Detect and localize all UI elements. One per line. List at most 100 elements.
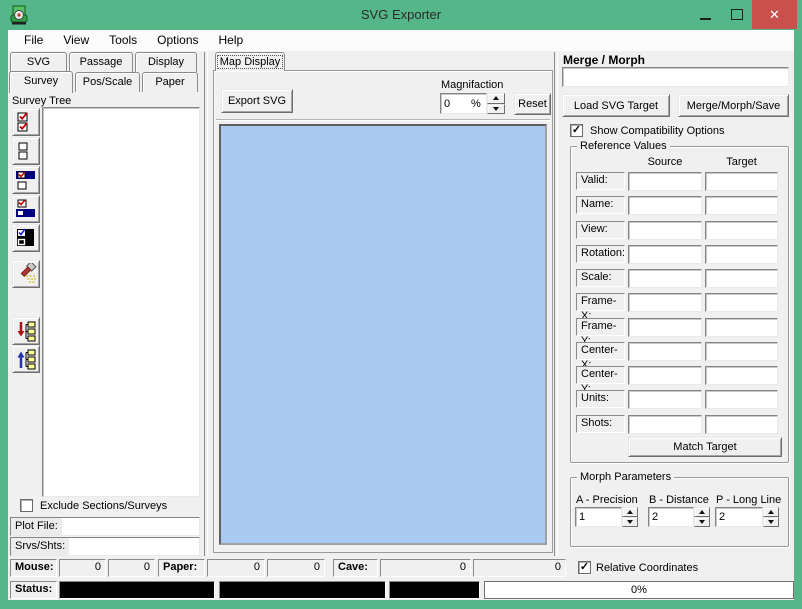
uncheck-branch-button[interactable] (12, 195, 40, 223)
maximize-button[interactable] (722, 0, 752, 29)
exclude-sections-label: Exclude Sections/Surveys (40, 500, 167, 512)
down-arrow-icon (627, 520, 633, 524)
match-target-button[interactable]: Match Target (628, 437, 782, 457)
app-icon[interactable] (8, 4, 30, 26)
tab-map-display[interactable]: Map Display (215, 52, 285, 71)
plot-file-label: Plot File: (11, 518, 62, 535)
shots-target-field[interactable] (706, 416, 777, 433)
menu-help[interactable]: Help (209, 30, 254, 51)
status-segment-2 (219, 581, 386, 599)
b-distance-spin-down[interactable] (694, 517, 710, 527)
uncheck-all-button[interactable] (12, 137, 40, 165)
expand-tree-button[interactable] (12, 317, 40, 345)
b-distance-input[interactable] (649, 508, 693, 526)
srvs-shts-label: Srvs/Shts: (11, 538, 69, 555)
tab-passage[interactable]: Passage (69, 52, 133, 72)
center-y-target-field[interactable] (706, 367, 777, 384)
title-bar: SVG Exporter ✕ (0, 0, 802, 30)
scale-target-field[interactable] (706, 270, 777, 287)
name-target-field[interactable] (706, 197, 777, 214)
center-x-target-field[interactable] (706, 343, 777, 360)
map-canvas[interactable] (219, 124, 547, 545)
rotation-target-field[interactable] (706, 246, 777, 263)
progress-bar: 0% (484, 581, 794, 599)
status-segment-3 (389, 581, 480, 599)
tab-survey[interactable]: Survey (9, 71, 73, 93)
magnification-spin-down[interactable] (487, 104, 505, 115)
show-compatibility-checkbox[interactable]: ✓ (570, 124, 583, 137)
mouse-x-value: 0 (59, 559, 106, 577)
load-svg-target-button[interactable]: Load SVG Target (562, 94, 670, 117)
minimize-button[interactable] (690, 0, 720, 29)
uncheck-branch-icon (15, 198, 37, 220)
mouse-label: Mouse: (10, 559, 57, 577)
paper-y-value: 0 (267, 559, 325, 577)
up-arrow-icon (768, 510, 774, 514)
scale-source-field[interactable] (629, 270, 701, 287)
close-button[interactable]: ✕ (752, 0, 797, 29)
name-source-field[interactable] (629, 197, 701, 214)
p-long-line-spin-up[interactable] (763, 507, 779, 517)
right-splitter[interactable] (554, 52, 558, 556)
b-distance-spin-up[interactable] (694, 507, 710, 517)
p-long-line-label: P - Long Line (716, 494, 781, 506)
center-y-source-field[interactable] (629, 367, 701, 384)
ref-row-label: Valid: (576, 172, 625, 190)
tab-paper[interactable]: Paper (142, 72, 198, 92)
menu-view[interactable]: View (53, 30, 99, 51)
p-long-line-input[interactable] (716, 508, 762, 526)
frame-x-target-field[interactable] (706, 294, 777, 311)
shots-source-field[interactable] (629, 416, 701, 433)
relative-coordinates-label: Relative Coordinates (596, 562, 698, 574)
center-x-source-field[interactable] (629, 343, 701, 360)
collapse-tree-button[interactable] (12, 345, 40, 373)
p-long-line-spin (763, 507, 779, 527)
exclude-sections-checkbox[interactable] (20, 499, 33, 512)
valid-target-field[interactable] (706, 173, 777, 190)
left-splitter[interactable] (204, 52, 208, 556)
view-source-field[interactable] (629, 222, 701, 239)
rotation-source-field[interactable] (629, 246, 701, 263)
menu-options[interactable]: Options (147, 30, 208, 51)
merge-morph-save-button[interactable]: Merge/Morph/Save (678, 94, 789, 117)
relative-coordinates-checkbox[interactable]: ✓ (578, 561, 591, 574)
ref-row-label: View: (576, 221, 625, 239)
units-source-field[interactable] (629, 391, 701, 408)
cave-y-value: 0 (473, 559, 566, 577)
reset-button[interactable]: Reset (514, 93, 551, 115)
check-all-button[interactable] (12, 108, 40, 136)
mouse-y-value: 0 (108, 559, 155, 577)
units-target-field[interactable] (706, 391, 777, 408)
export-svg-button[interactable]: Export SVG (221, 89, 293, 113)
source-column-header: Source (628, 156, 702, 168)
frame-x-source-field[interactable] (629, 294, 701, 311)
minimize-icon (700, 18, 711, 20)
highlight-button[interactable] (12, 260, 40, 288)
frame-y-target-field[interactable] (706, 319, 777, 336)
p-long-line-spin-down[interactable] (763, 517, 779, 527)
morph-parameters-groupbox: Morph Parameters A - Precision B - Dista… (570, 477, 789, 547)
a-precision-input[interactable] (576, 508, 621, 526)
check-branch-button[interactable] (12, 166, 40, 194)
tab-pos-scale[interactable]: Pos/Scale (75, 72, 140, 92)
menu-file[interactable]: File (14, 30, 53, 51)
maximize-icon (731, 9, 743, 20)
magnification-spin-buttons (487, 93, 505, 114)
invert-checks-button[interactable] (12, 224, 40, 252)
view-target-field[interactable] (706, 222, 777, 239)
a-precision-spin-down[interactable] (622, 517, 638, 527)
magnification-input[interactable] (441, 94, 471, 113)
valid-source-field[interactable] (629, 173, 701, 190)
menu-tools[interactable]: Tools (99, 30, 147, 51)
survey-tree[interactable] (42, 107, 200, 497)
up-arrow-icon (493, 96, 499, 100)
frame-y-source-field[interactable] (629, 319, 701, 336)
tab-svg[interactable]: SVG (10, 52, 67, 72)
tab-display[interactable]: Display (135, 52, 197, 72)
a-precision-spin-up[interactable] (622, 507, 638, 517)
up-arrow-icon (627, 510, 633, 514)
close-icon: ✕ (769, 7, 780, 23)
magnification-spin-up[interactable] (487, 93, 505, 104)
merge-target-field[interactable] (563, 68, 788, 86)
b-distance-spin (694, 507, 710, 527)
